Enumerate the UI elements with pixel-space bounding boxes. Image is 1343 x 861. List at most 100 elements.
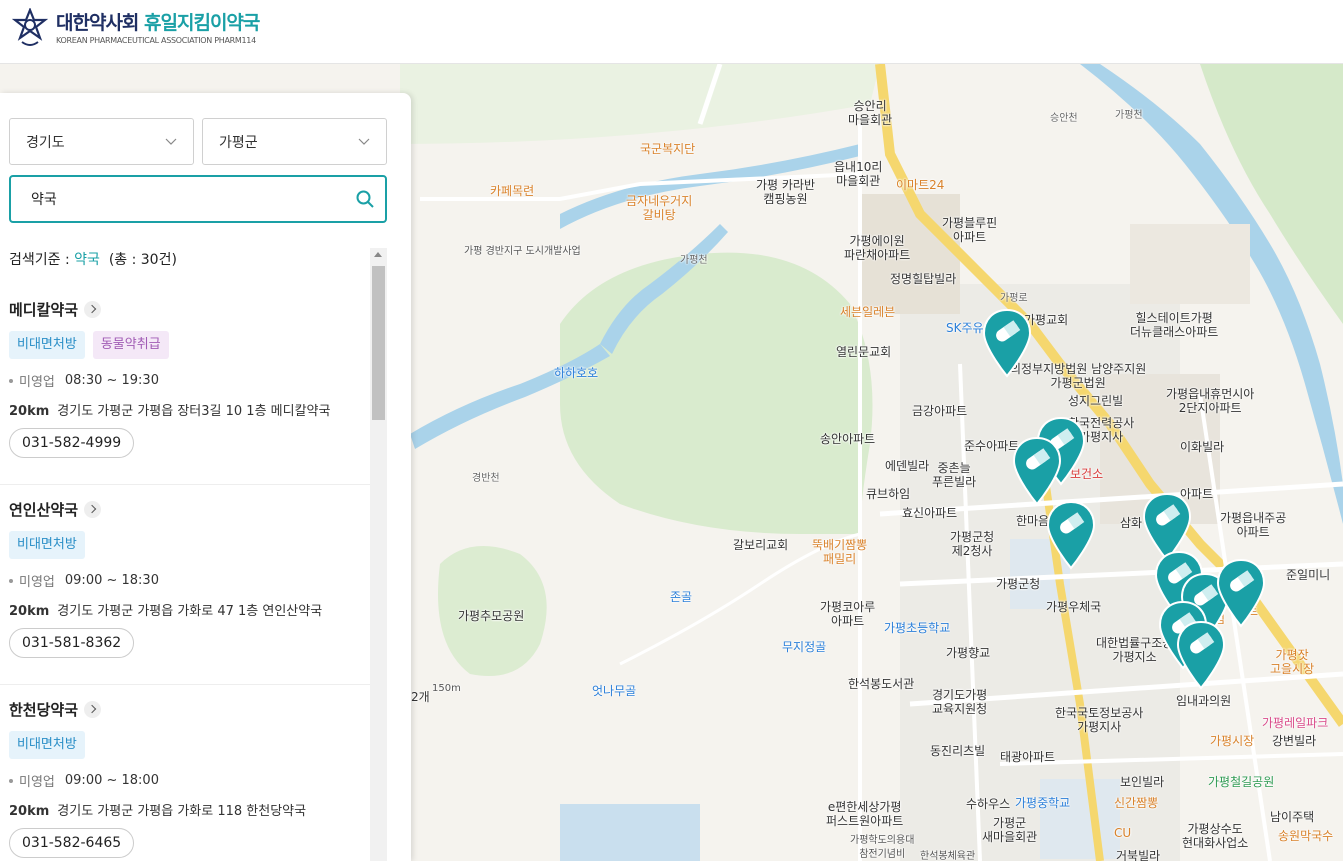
map-place-label[interactable]: 남이주택	[1270, 810, 1314, 824]
map-place-label[interactable]: 뚝배기짬뽕 패밀리	[812, 538, 867, 566]
pharmacy-item[interactable]: 한천당약국 비대면처방 미영업 09:00 ~ 18:00 20km 경기도 가평군…	[0, 685, 370, 861]
map-place-label[interactable]: 승안리 마을회관	[848, 99, 892, 127]
map-place-label[interactable]: SK주유	[946, 321, 984, 335]
map-place-label[interactable]: 이마트24	[896, 178, 944, 192]
pharmacy-name[interactable]: 한천당약국	[9, 699, 78, 720]
map-place-label[interactable]: 가평군청 제2청사	[950, 530, 994, 558]
map-place-label[interactable]: 큐브하임	[866, 487, 910, 501]
chevron-right-icon[interactable]	[84, 500, 102, 518]
map-place-label[interactable]: 이화빌라	[1180, 440, 1224, 454]
map-place-label[interactable]: CU	[1114, 826, 1131, 840]
pharmacy-item[interactable]: 연인산약국 비대면처방 미영업 09:00 ~ 18:30 20km 경기도 가평군…	[0, 485, 370, 685]
map-place-label[interactable]: 중촌늘 푸른빌라	[932, 461, 976, 489]
phone-button[interactable]: 031-581-8362	[9, 628, 135, 658]
map-place-label[interactable]: 하하호호	[554, 366, 598, 380]
map-place-label[interactable]: 성지그린빌	[1068, 394, 1123, 408]
map-place-label[interactable]: 가평초등학교	[884, 621, 950, 635]
scroll-up-arrow-icon[interactable]	[374, 252, 382, 257]
map-place-label[interactable]: 가평천	[1115, 109, 1143, 123]
pharmacy-marker-pin-icon[interactable]	[1046, 500, 1096, 570]
map-place-label[interactable]: 가평코아루 아파트	[820, 600, 875, 628]
chevron-right-icon[interactable]	[84, 300, 102, 318]
pharmacy-marker-pin-icon[interactable]	[1176, 620, 1226, 690]
search-input[interactable]	[31, 191, 355, 207]
map-place-label[interactable]: 한석봉도서관	[848, 677, 914, 691]
pharmacy-marker-pin-icon[interactable]	[1012, 436, 1062, 506]
map-place-label[interactable]: 경반천	[472, 472, 500, 486]
map-place-label[interactable]: 가평군 새마을회관	[982, 816, 1037, 844]
map-place-label[interactable]: 수하우스	[966, 797, 1010, 811]
map-place-label[interactable]: 가평잣 고을시장	[1270, 648, 1314, 676]
pharmacy-name[interactable]: 메디칼약국	[9, 299, 78, 320]
address: 경기도 가평군 가평읍 가화로 118 한천당약국	[57, 804, 307, 819]
map-place-label[interactable]: 가평철길공원	[1208, 775, 1274, 789]
map-place-label[interactable]: 임내과의원	[1176, 694, 1231, 708]
logo[interactable]: 대한약사회 휴일지킴이약국 KOREAN PHARMACEUTICAL ASSO…	[12, 8, 260, 48]
map-place-label[interactable]: 150m	[432, 682, 461, 696]
map-place-label[interactable]: 거북빌라	[1116, 849, 1160, 861]
map-place-label[interactable]: 한석봉체육관	[920, 850, 975, 861]
map-place-label[interactable]: 가평천	[680, 254, 708, 268]
search-icon[interactable]	[355, 189, 375, 209]
map-place-label[interactable]: 가평추모공원	[458, 609, 524, 623]
map-place-label[interactable]: 가평레일파크	[1262, 716, 1328, 730]
list-scrollbar[interactable]	[370, 248, 387, 861]
map-place-label[interactable]: 삼화	[1120, 516, 1142, 530]
map-place-label[interactable]: 가평시장	[1210, 734, 1254, 748]
map-place-label[interactable]: 읍내10리 마을회관	[834, 160, 882, 188]
map-place-label[interactable]: 가평우체국	[1046, 600, 1101, 614]
map-place-label[interactable]: 가평향교	[946, 646, 990, 660]
map-place-label[interactable]: 가평학도의용대 참전기념비	[850, 834, 914, 861]
map-place-label[interactable]: 가평중학교	[1015, 796, 1070, 810]
map-place-label[interactable]: 태광아파트	[1000, 750, 1055, 764]
map-place-label[interactable]: 승안천	[1050, 112, 1078, 126]
map-place-label[interactable]: 준수아파트	[964, 439, 1019, 453]
map-place-label[interactable]: 국군복지단	[640, 142, 695, 156]
map-place-label[interactable]: 금강아파트	[912, 404, 967, 418]
pharmacy-item[interactable]: 메디칼약국 비대면처방 동물약취급 미영업 08:30 ~ 19:30 20km 경…	[0, 285, 370, 485]
map-place-label[interactable]: 준일미니	[1286, 568, 1330, 582]
map-place-label[interactable]: 힐스테이트가평 더뉴클래스아파트	[1130, 311, 1218, 339]
pharmacy-name[interactable]: 연인산약국	[9, 499, 78, 520]
phone-button[interactable]: 031-582-4999	[9, 428, 135, 458]
map-place-label[interactable]: 갈보리교회	[733, 538, 788, 552]
distance: 20km	[9, 404, 50, 419]
map-place-label[interactable]: 효신아파트	[902, 506, 957, 520]
map-place-label[interactable]: 존골	[670, 590, 692, 604]
map-place-label[interactable]: 에덴빌라	[885, 459, 929, 473]
map-place-label[interactable]: 동진리츠빌	[930, 744, 985, 758]
pharmacy-marker-pin-icon[interactable]	[982, 308, 1032, 378]
scrollbar-thumb[interactable]	[372, 266, 385, 420]
map-place-label[interactable]: 무지정골	[782, 640, 826, 654]
map-place-label[interactable]: 정명힐탑빌라	[890, 272, 956, 286]
map-place-label[interactable]: 강변빌라	[1272, 734, 1316, 748]
map-place-label[interactable]: 세븐일레븐	[840, 305, 895, 319]
map-place-label[interactable]: 신간짬뽕	[1114, 796, 1158, 810]
map-place-label[interactable]: 가평읍내주공 아파트	[1220, 511, 1286, 539]
map-place-label[interactable]: 엇나무골	[592, 684, 636, 698]
map-place-label[interactable]: 가평에이원 파란채아파트	[844, 234, 910, 262]
map-place-label[interactable]: e편한세상가평 퍼스트원아파트	[826, 800, 903, 828]
map-place-label[interactable]: 송안아파트	[820, 432, 875, 446]
map-place-label[interactable]: 가평읍내휴먼시아 2단지아파트	[1166, 387, 1254, 415]
chevron-right-icon[interactable]	[84, 700, 102, 718]
map-place-label[interactable]: 송원막국수	[1278, 829, 1333, 843]
map-place-label[interactable]: 보인빌라	[1120, 775, 1164, 789]
map-place-label[interactable]: 경기도가평 교육지원청	[932, 688, 987, 716]
map-place-label[interactable]: 금자네우거지 갈비탕	[626, 194, 692, 222]
map-place-label[interactable]: 가평군청	[996, 577, 1040, 591]
pharmacy-marker-pin-icon[interactable]	[1216, 558, 1266, 628]
county-select[interactable]: 가평군	[202, 118, 387, 165]
map-place-label[interactable]: 한마음	[1016, 514, 1049, 528]
map-place-label[interactable]: 가평블루핀 아파트	[942, 216, 997, 244]
map-place-label[interactable]: 가평 카라반 캠핑농원	[756, 178, 815, 206]
map-place-label[interactable]: 카페목련	[490, 184, 534, 198]
map-place-label[interactable]: 2개	[411, 690, 430, 704]
map-place-label[interactable]: 한국국토정보공사 가평지사	[1055, 706, 1143, 734]
province-select[interactable]: 경기도	[9, 118, 194, 165]
map-place-label[interactable]: 가평상수도 현대화사업소	[1182, 822, 1248, 850]
map-place-label[interactable]: 가평로	[1000, 292, 1028, 306]
map-place-label[interactable]: 가평 경반지구 도시개발사업	[464, 245, 581, 259]
phone-button[interactable]: 031-582-6465	[9, 828, 135, 858]
map-place-label[interactable]: 열린문교회	[836, 345, 891, 359]
